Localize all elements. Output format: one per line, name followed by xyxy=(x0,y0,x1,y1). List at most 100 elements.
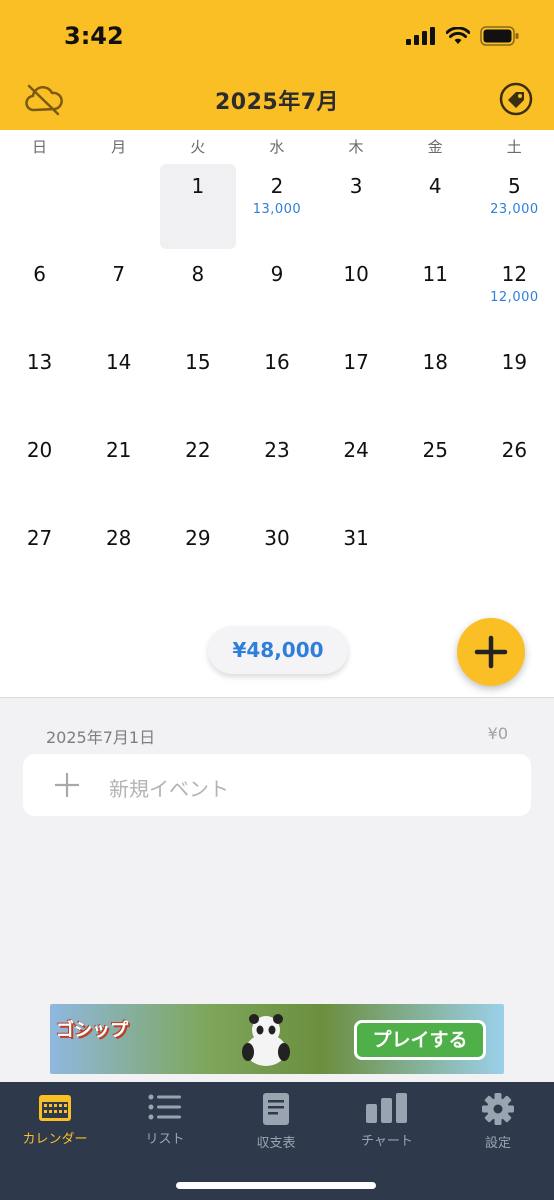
weekday-label: 金 xyxy=(427,138,443,156)
calendar-day[interactable]: 4 xyxy=(396,164,475,252)
tab-chart[interactable]: チャート xyxy=(332,1092,442,1158)
calendar-icon xyxy=(39,1095,71,1121)
tag-icon xyxy=(499,82,533,116)
calendar-day[interactable]: 27 xyxy=(0,516,79,604)
calendar-day[interactable]: 17 xyxy=(317,340,396,428)
calendar-day[interactable]: 9 xyxy=(237,252,316,340)
day-number: 3 xyxy=(349,174,363,198)
add-event-button[interactable] xyxy=(457,618,525,686)
calendar-day[interactable]: 30 xyxy=(237,516,316,604)
new-event-row[interactable]: 新規イベント xyxy=(23,754,531,816)
calendar-day[interactable]: 12 12,000 xyxy=(475,252,554,340)
day-number: 2 xyxy=(270,174,284,198)
calendar-day[interactable]: 16 xyxy=(237,340,316,428)
day-number: 28 xyxy=(105,526,132,550)
day-number: 17 xyxy=(343,350,369,374)
wifi-icon xyxy=(446,27,470,44)
calendar-day[interactable]: 5 23,000 xyxy=(475,164,554,252)
tab-label: カレンダー xyxy=(22,1132,88,1147)
calendar-day[interactable]: 24 xyxy=(317,428,396,516)
calendar-day[interactable]: 20 xyxy=(0,428,79,516)
selected-date-total: ¥0 xyxy=(487,724,508,743)
calendar-day[interactable]: 1 xyxy=(158,164,237,252)
day-number: 9 xyxy=(270,262,284,286)
calendar-day[interactable]: 2 13,000 xyxy=(237,164,316,252)
day-number: 30 xyxy=(264,526,290,550)
gear-icon xyxy=(482,1093,514,1125)
new-event-placeholder: 新規イベント xyxy=(109,777,229,801)
day-number: 10 xyxy=(343,262,369,286)
calendar-day[interactable]: 22 xyxy=(158,428,237,516)
tab-settings[interactable]: 設定 xyxy=(443,1092,553,1158)
calendar-day[interactable]: 19 xyxy=(475,340,554,428)
calendar-day[interactable]: 28 xyxy=(79,516,158,604)
day-amount: 12,000 xyxy=(490,290,539,305)
calendar-day[interactable]: 31 xyxy=(317,516,396,604)
tab-calendar[interactable]: カレンダー xyxy=(0,1092,110,1158)
day-number: 16 xyxy=(264,350,290,374)
calendar-day[interactable]: 13 xyxy=(0,340,79,428)
calendar-day[interactable]: 8 xyxy=(158,252,237,340)
page-title: 2025年7月 xyxy=(214,90,340,115)
signal-icon xyxy=(406,27,435,45)
calendar-day[interactable]: 10 xyxy=(317,252,396,340)
calendar-day[interactable]: 14 xyxy=(79,340,158,428)
calendar-day[interactable]: 18 xyxy=(396,340,475,428)
day-number: 23 xyxy=(264,438,290,462)
calendar-day[interactable]: 15 xyxy=(158,340,237,428)
app-header: 3:42 2025年7月 xyxy=(0,0,554,130)
day-number: 25 xyxy=(422,438,448,462)
day-number: 31 xyxy=(343,526,369,550)
plus-icon xyxy=(474,635,508,669)
calendar-day[interactable]: 23 xyxy=(237,428,316,516)
day-number: 7 xyxy=(112,262,126,286)
day-number: 27 xyxy=(26,526,53,550)
status-time: 3:42 xyxy=(64,22,124,50)
ad-banner[interactable]: ゴシップ プレイする xyxy=(50,1004,504,1074)
weekday-label: 水 xyxy=(269,138,285,156)
calendar-day[interactable]: 29 xyxy=(158,516,237,604)
day-number: 13 xyxy=(26,350,53,374)
day-number: 6 xyxy=(33,262,46,286)
plus-icon xyxy=(55,773,79,797)
battery-icon xyxy=(480,26,519,46)
list-icon xyxy=(148,1094,181,1120)
calendar-day[interactable]: 6 xyxy=(0,252,79,340)
calendar-day[interactable]: 3 xyxy=(317,164,396,252)
weekday-label: 日 xyxy=(32,138,48,156)
day-number: 21 xyxy=(105,438,132,462)
tab-balance-sheet[interactable]: 収支表 xyxy=(221,1092,331,1158)
day-number: 24 xyxy=(343,438,369,462)
day-number: 4 xyxy=(428,174,442,198)
tab-label: リスト xyxy=(145,1132,185,1147)
month-total-badge[interactable]: ¥48,000 xyxy=(208,626,348,674)
tab-list[interactable]: リスト xyxy=(110,1092,220,1158)
day-number: 8 xyxy=(191,262,205,286)
day-number: 5 xyxy=(508,174,521,198)
document-icon xyxy=(263,1093,289,1125)
day-number: 29 xyxy=(185,526,211,550)
day-number: 18 xyxy=(422,350,448,374)
selected-date-label: 2025年7月1日 xyxy=(46,728,156,747)
day-number: 26 xyxy=(501,438,528,462)
status-icons xyxy=(406,26,520,46)
tab-label: チャート xyxy=(361,1134,413,1149)
day-number: 19 xyxy=(501,350,528,374)
calendar-day[interactable]: 11 xyxy=(396,252,475,340)
bar-chart-icon xyxy=(366,1093,407,1123)
home-indicator xyxy=(176,1182,376,1189)
day-number: 11 xyxy=(422,262,448,286)
ad-logo: ゴシップ xyxy=(56,1020,128,1041)
calendar-day[interactable]: 21 xyxy=(79,428,158,516)
ad-play-button[interactable]: プレイする xyxy=(354,1020,486,1060)
weekday-header: 日 月 火 水 木 金 土 xyxy=(0,130,554,164)
day-number: 22 xyxy=(185,438,211,462)
weekday-label: 火 xyxy=(190,138,206,156)
day-amount: 23,000 xyxy=(490,202,539,217)
calendar-day[interactable]: 7 xyxy=(79,252,158,340)
tag-button[interactable] xyxy=(498,82,534,116)
day-number: 15 xyxy=(185,350,211,374)
calendar-day[interactable]: 25 xyxy=(396,428,475,516)
calendar-day[interactable]: 26 xyxy=(475,428,554,516)
calendar: 日 月 火 水 木 金 土 1 2 13,000 3 4 5 23,000 6 7 8 9 10 11 1… xyxy=(0,130,554,698)
